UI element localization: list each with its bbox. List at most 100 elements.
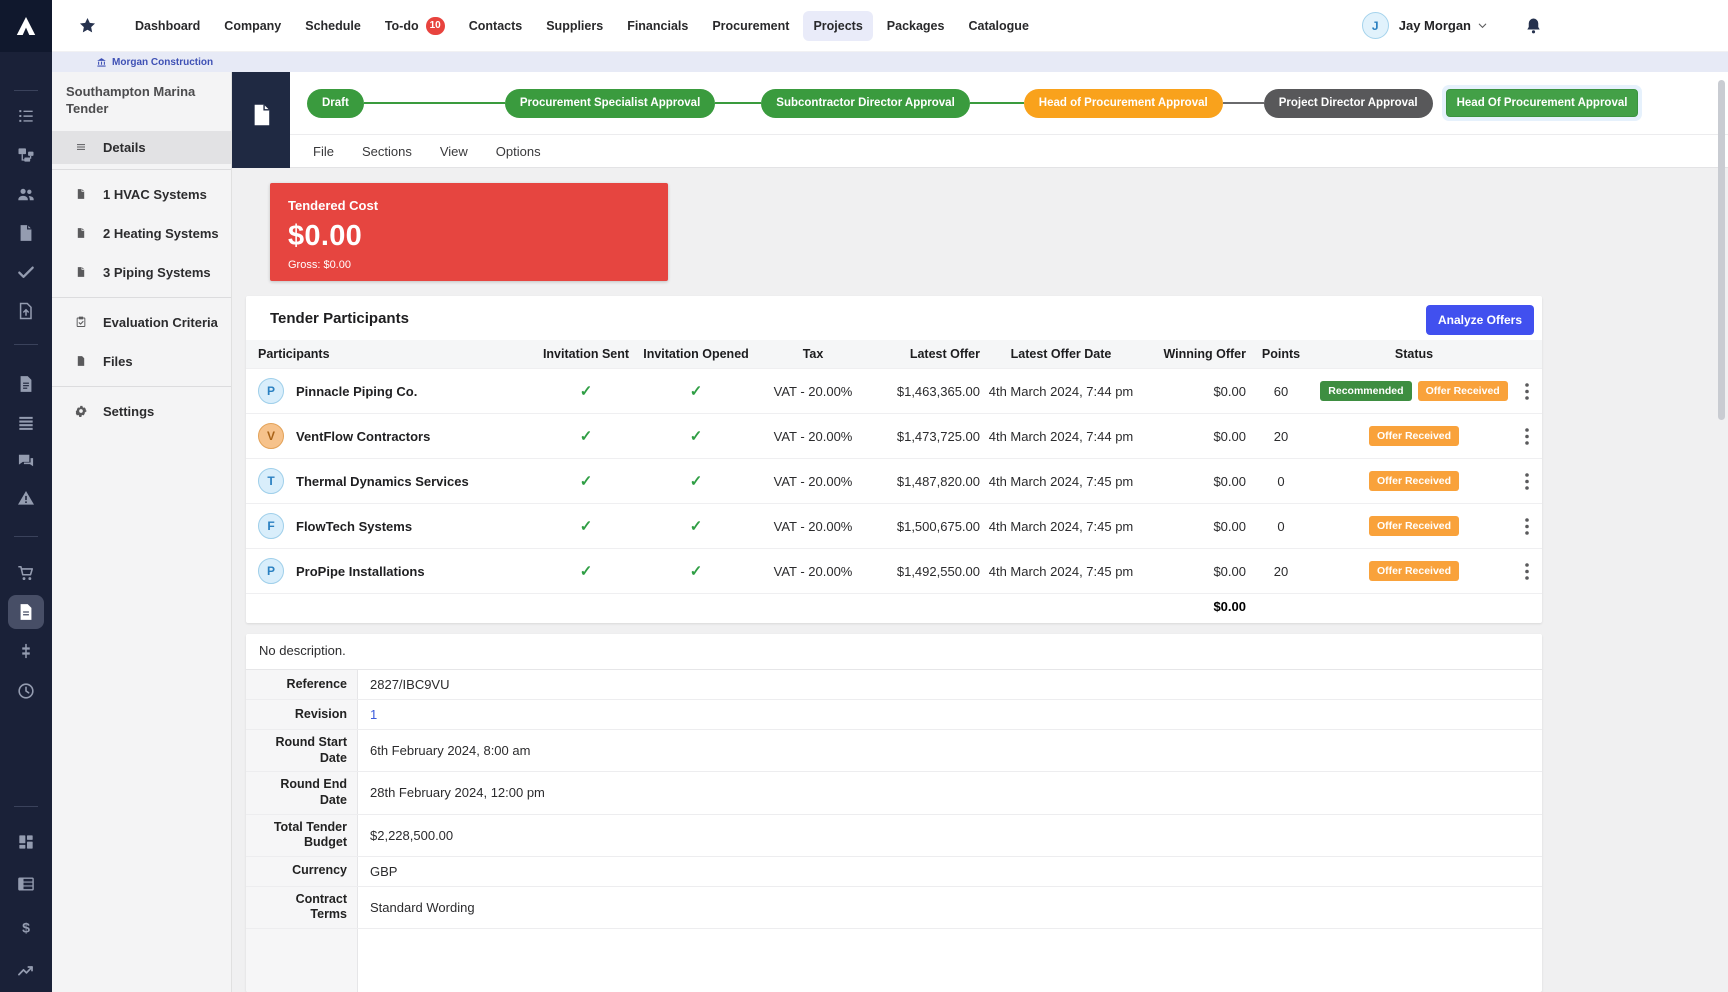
file-icon	[75, 353, 88, 369]
latest-offer-cell: $1,487,820.00	[868, 474, 980, 489]
total-winning-offer: $0.00	[1142, 599, 1246, 614]
participant-avatar: V	[258, 423, 284, 449]
tax-cell: VAT - 20.00%	[758, 474, 868, 489]
sidebar-sitemap-icon[interactable]	[8, 138, 44, 172]
detail-row-contract-terms: Contract Terms Standard Wording	[246, 887, 1542, 929]
tender-nav-details[interactable]: Details	[52, 131, 231, 164]
company-bank-icon	[96, 57, 107, 68]
nav-item-catalogue[interactable]: Catalogue	[958, 11, 1038, 41]
col-header-invitation-opened: Invitation Opened	[634, 347, 758, 361]
sidebar-sliders-icon[interactable]	[8, 634, 44, 668]
tender-nav-divider	[52, 169, 231, 170]
row-menu-icon[interactable]	[1525, 383, 1529, 400]
sidebar-divider	[14, 806, 38, 807]
user-menu[interactable]: J Jay Morgan	[1362, 12, 1543, 39]
breadcrumb[interactable]: Morgan Construction	[52, 52, 1728, 72]
participant-name: Pinnacle Piping Co.	[296, 384, 417, 399]
sidebar-document-alt-icon[interactable]	[8, 367, 44, 401]
latest-offer-date-cell: 4th March 2024, 7:45 pm	[980, 474, 1142, 489]
tender-nav-files[interactable]: Files	[52, 342, 231, 381]
check-icon: ✓	[690, 518, 703, 535]
scrollbar-thumb[interactable]	[1718, 80, 1725, 420]
col-header-tax: Tax	[758, 347, 868, 361]
tender-nav-2-heating-systems[interactable]: 2 Heating Systems	[52, 214, 231, 253]
participant-row[interactable]: P ProPipe Installations ✓ ✓ VAT - 20.00%…	[246, 548, 1542, 593]
participant-row[interactable]: P Pinnacle Piping Co. ✓ ✓ VAT - 20.00% $…	[246, 368, 1542, 413]
latest-offer-date-cell: 4th March 2024, 7:44 pm	[980, 429, 1142, 444]
notifications-bell-icon[interactable]	[1524, 16, 1543, 36]
sidebar-divider	[14, 344, 38, 345]
head-of-procurement-approval-button[interactable]: Head Of Procurement Approval	[1446, 89, 1639, 117]
sidebar-grid-icon[interactable]	[8, 825, 44, 859]
tender-details-panel: No description. Reference 2827/IBC9VU Re…	[246, 634, 1542, 992]
sidebar-dollar-icon[interactable]: $	[8, 911, 44, 945]
nav-item-schedule[interactable]: Schedule	[295, 11, 371, 41]
nav-item-procurement[interactable]: Procurement	[702, 11, 799, 41]
latest-offer-date-cell: 4th March 2024, 7:45 pm	[980, 519, 1142, 534]
nav-item-suppliers[interactable]: Suppliers	[536, 11, 613, 41]
participants-header: Tender Participants Analyze Offers	[246, 296, 1542, 340]
svg-text:$: $	[22, 921, 30, 937]
points-cell: 0	[1246, 519, 1316, 534]
todo-count-badge: 10	[426, 17, 445, 35]
user-name: Jay Morgan	[1399, 18, 1471, 33]
participant-row[interactable]: F FlowTech Systems ✓ ✓ VAT - 20.00% $1,5…	[246, 503, 1542, 548]
participant-name: Thermal Dynamics Services	[296, 474, 469, 489]
doc-icon	[75, 186, 88, 202]
check-icon: ✓	[580, 473, 593, 490]
tender-nav-evaluation-criteria[interactable]: Evaluation Criteria	[52, 303, 231, 342]
analyze-offers-button[interactable]: Analyze Offers	[1426, 305, 1534, 335]
tender-nav-1-hvac-systems[interactable]: 1 HVAC Systems	[52, 175, 231, 214]
row-menu-icon[interactable]	[1525, 428, 1529, 445]
detail-label: Round End Date	[246, 772, 358, 813]
sidebar-people-icon[interactable]	[8, 177, 44, 211]
sidebar-document-selected-icon[interactable]	[8, 595, 44, 629]
document-tab[interactable]	[232, 72, 290, 168]
nav-item-financials[interactable]: Financials	[617, 11, 698, 41]
sidebar-table-icon[interactable]	[8, 867, 44, 901]
check-icon: ✓	[690, 428, 703, 445]
sidebar-warning-icon[interactable]	[8, 481, 44, 515]
detail-row-round-end-date: Round End Date 28th February 2024, 12:00…	[246, 772, 1542, 814]
workflow-steps: DraftProcurement Specialist ApprovalSubc…	[290, 72, 1728, 134]
nav-item-to-do[interactable]: To-do10	[375, 9, 455, 43]
tender-title: Southampton Marina Tender	[52, 72, 231, 131]
sidebar-clock-icon[interactable]	[8, 674, 44, 708]
sidebar-file-upload-icon[interactable]	[8, 294, 44, 328]
tender-nav-settings[interactable]: Settings	[52, 392, 231, 431]
sidebar-cart-icon[interactable]	[8, 556, 44, 590]
sidebar-document-icon[interactable]	[8, 216, 44, 250]
sidebar-rows-icon[interactable]	[8, 406, 44, 440]
nav-item-packages[interactable]: Packages	[877, 11, 955, 41]
status-badge: Offer Received	[1369, 516, 1459, 536]
detail-label: Revision	[246, 700, 358, 729]
detail-row-total-tender-budget: Total Tender Budget $2,228,500.00	[246, 815, 1542, 857]
nav-item-projects[interactable]: Projects	[803, 11, 872, 41]
participant-row[interactable]: V VentFlow Contractors ✓ ✓ VAT - 20.00% …	[246, 413, 1542, 458]
participant-row[interactable]: T Thermal Dynamics Services ✓ ✓ VAT - 20…	[246, 458, 1542, 503]
check-icon: ✓	[580, 563, 593, 580]
sidebar-trending-up-icon[interactable]	[8, 953, 44, 987]
detail-value[interactable]: 1	[358, 700, 1542, 729]
doc-icon	[75, 225, 88, 241]
nav-item-dashboard[interactable]: Dashboard	[125, 11, 210, 41]
sidebar-list-icon[interactable]	[8, 99, 44, 133]
menu-sections[interactable]: Sections	[362, 144, 412, 159]
menu-options[interactable]: Options	[496, 144, 541, 159]
winning-offer-cell: $0.00	[1142, 429, 1246, 444]
tender-nav-divider	[52, 297, 231, 298]
menu-file[interactable]: File	[313, 144, 334, 159]
favorite-star-icon[interactable]	[78, 16, 97, 35]
sidebar-chat-icon[interactable]	[8, 444, 44, 478]
row-menu-icon[interactable]	[1525, 563, 1529, 580]
detail-row-reference: Reference 2827/IBC9VU	[246, 670, 1542, 700]
sidebar-check-icon[interactable]	[8, 255, 44, 289]
nav-item-company[interactable]: Company	[214, 11, 291, 41]
nav-item-contacts[interactable]: Contacts	[459, 11, 532, 41]
row-menu-icon[interactable]	[1525, 518, 1529, 535]
menu-view[interactable]: View	[440, 144, 468, 159]
row-menu-icon[interactable]	[1525, 473, 1529, 490]
app-logo[interactable]	[0, 0, 52, 52]
tender-nav-3-piping-systems[interactable]: 3 Piping Systems	[52, 253, 231, 292]
participants-total-row: $0.00	[246, 593, 1542, 618]
